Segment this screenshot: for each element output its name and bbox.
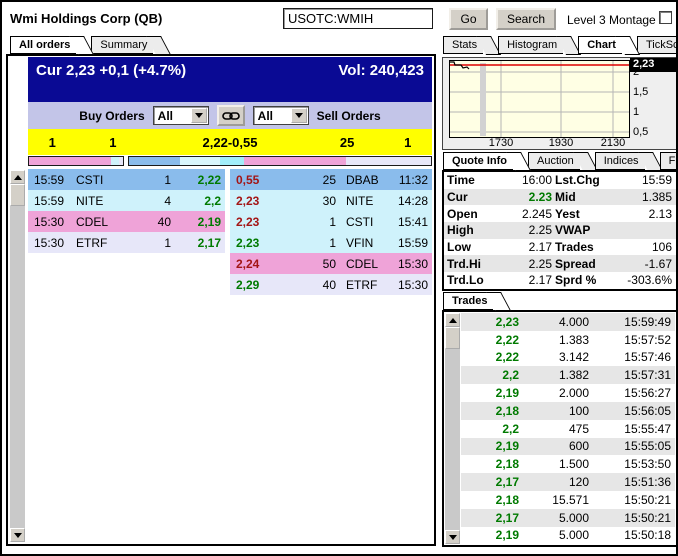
sell-orders-filter-select[interactable]: All (252, 106, 309, 125)
montage-panel: Cur 2,23 +0,1 (+4.7%) Vol: 240,423 Buy O… (6, 54, 436, 546)
tab-indices[interactable]: Indices (594, 152, 645, 170)
quote-row: Trd.Hi 2.25 Spread -1.67 (444, 255, 676, 273)
quote-row: Time 16:00 Lst.Chg 15:59 (447, 173, 672, 188)
tab-all-orders[interactable]: All orders (10, 36, 77, 54)
buy-depth-strip (28, 156, 124, 166)
trade-row: 2,22 3.142 15:57:46 (461, 348, 675, 367)
tab-flow[interactable]: Flow (659, 152, 676, 170)
ask-row[interactable]: 2,23 1 VFIN 15:59 (230, 232, 432, 253)
buy-total-size: 1 (109, 134, 117, 150)
price-chart (449, 60, 630, 138)
bid-book: 15:59 CSTI 1 2,22 15:59 NITE 4 2,2 15:30… (28, 169, 225, 295)
tab-trades[interactable]: Trades (443, 292, 494, 310)
trade-row: 2,2 475 15:55:47 (461, 419, 675, 438)
trades-scrollbar[interactable] (445, 313, 460, 544)
y-axis-tick: 1,5 (633, 86, 649, 98)
bid-row[interactable]: 15:59 NITE 4 2,2 (28, 190, 225, 211)
buy-orders-filter-select[interactable]: All (152, 106, 209, 125)
sell-total-size: 25 (339, 134, 355, 150)
tab-stats[interactable]: Stats (443, 36, 484, 54)
orders-tabbar: All orders Summary (10, 36, 168, 54)
tab-auction[interactable]: Auction (528, 152, 580, 170)
quote-row: Low 2.17 Trades 106 (447, 240, 672, 255)
y-axis-tick: 0,5 (633, 126, 649, 138)
chain-link-icon (221, 111, 240, 120)
quote-tabbar: Quote Info Auction Indices Flow (443, 152, 676, 170)
search-button[interactable]: Search (496, 8, 556, 30)
sell-orders-label: Sell Orders (316, 108, 381, 123)
tab-chart[interactable]: Chart (578, 36, 622, 54)
ask-row[interactable]: 2,23 30 NITE 14:28 (230, 190, 432, 211)
link-filters-button[interactable] (216, 105, 245, 126)
ask-row[interactable]: 2,23 1 CSTI 15:41 (230, 211, 432, 232)
x-axis-tick: 1930 (548, 137, 574, 149)
trade-row: 2,19 2.000 15:56:27 (461, 384, 675, 402)
analysis-tabbar: Stats Histogram Chart TickScope (443, 36, 676, 54)
level3-montage-label: Level 3 Montage (567, 13, 656, 27)
trade-row: 2,2 1.382 15:57:31 (461, 366, 675, 385)
tab-tickscope[interactable]: TickScope (636, 36, 676, 54)
buy-orders-label: Buy Orders (79, 108, 145, 123)
trade-row: 2,18 1.500 15:53:50 (461, 455, 675, 474)
scroll-down-icon[interactable] (445, 530, 460, 544)
scroll-up-icon[interactable] (10, 170, 25, 184)
quote-row: Trd.Lo 2.17 Sprd % -303.6% (447, 273, 672, 288)
bid-row[interactable]: 15:30 ETRF 1 2,17 (28, 232, 225, 253)
trade-row: 2,18 100 15:56:05 (461, 401, 675, 420)
trade-row: 2,17 5.000 15:50:21 (461, 508, 675, 527)
trade-row: 2,18 15.571 15:50:21 (461, 490, 675, 509)
x-axis-tick: 2130 (600, 137, 626, 149)
quote-row: High 2.25 VWAP (444, 222, 676, 239)
ticker-input[interactable] (283, 8, 433, 29)
montage-header: Cur 2,23 +0,1 (+4.7%) Vol: 240,423 (28, 57, 432, 102)
volume-bar (480, 63, 486, 136)
trade-row: 2,23 4.000 15:59:49 (461, 313, 675, 331)
dropdown-arrow-icon[interactable] (290, 108, 307, 123)
sell-depth-strip (128, 156, 432, 166)
current-price-text: Cur 2,23 +0,1 (+4.7%) (36, 62, 187, 79)
tab-quote-info[interactable]: Quote Info (443, 152, 513, 170)
go-button[interactable]: Go (449, 8, 488, 30)
dropdown-arrow-icon[interactable] (190, 108, 207, 123)
trade-row: 2,22 1.383 15:57:52 (461, 330, 675, 349)
level3-montage-checkbox[interactable] (659, 11, 672, 24)
y-axis-tick: 1 (633, 106, 640, 118)
y-axis-tick: 2 (633, 66, 640, 78)
trade-row: 2,17 120 15:51:36 (461, 473, 675, 491)
bid-row[interactable]: 15:30 CDEL 40 2,19 (28, 211, 225, 232)
ask-row[interactable]: 2,24 50 CDEL 15:30 (230, 253, 432, 274)
scrollbar-thumb[interactable] (10, 184, 25, 206)
tab-histogram[interactable]: Histogram (498, 36, 564, 54)
trades-list: 2,23 4.000 15:59:49 2,22 1.383 15:57:52 2,22… (461, 313, 675, 545)
book-scrollbar[interactable] (10, 170, 25, 542)
ask-book: 0,55 25 DBAB 11:32 2,23 30 NITE 14:28 2,… (230, 169, 432, 295)
ask-row[interactable]: 2,29 40 ETRF 15:30 (230, 274, 432, 295)
sell-order-count: 1 (404, 134, 412, 150)
quote-info-panel: Time 16:00 Lst.Chg 15:59 Cur 2.23 Mid 1.385 … (442, 170, 676, 291)
order-filter-row: Buy Orders All All Sell Orders (28, 102, 432, 129)
trades-panel: 2,23 4.000 15:59:49 2,22 1.383 15:57:52 2,22… (442, 310, 676, 547)
scroll-down-icon[interactable] (10, 528, 25, 542)
depth-strips (28, 155, 432, 169)
buy-order-count: 1 (48, 134, 56, 150)
security-title: Wmi Holdings Corp (QB) (10, 11, 163, 26)
quote-row: Cur 2.23 Mid 1.385 (444, 188, 676, 206)
bid-row[interactable]: 15:59 CSTI 1 2,22 (28, 169, 225, 190)
inside-spread: 2,22-0,55 (202, 134, 258, 150)
trades-tabbar: Trades (443, 292, 508, 310)
ask-row[interactable]: 0,55 25 DBAB 11:32 (230, 169, 432, 190)
tab-summary[interactable]: Summary (91, 36, 154, 54)
quote-row: Open 2.245 Yest 2.13 (447, 206, 672, 221)
volume-text: Vol: 240,423 (338, 62, 424, 79)
totals-row: 1 1 2,22-0,55 25 1 (28, 129, 432, 155)
trade-row: 2,19 5.000 15:50:18 (461, 526, 675, 545)
scroll-up-icon[interactable] (445, 313, 460, 327)
level2-montage-window: Wmi Holdings Corp (QB) Go Search Level 3… (0, 0, 678, 556)
trade-row: 2,19 600 15:55:05 (461, 437, 675, 456)
x-axis-tick: 1730 (488, 137, 514, 149)
scrollbar-thumb[interactable] (445, 327, 460, 349)
price-chart-panel: 2,23 2 1,5 1 0,5 1730 1930 2130 (442, 57, 676, 150)
